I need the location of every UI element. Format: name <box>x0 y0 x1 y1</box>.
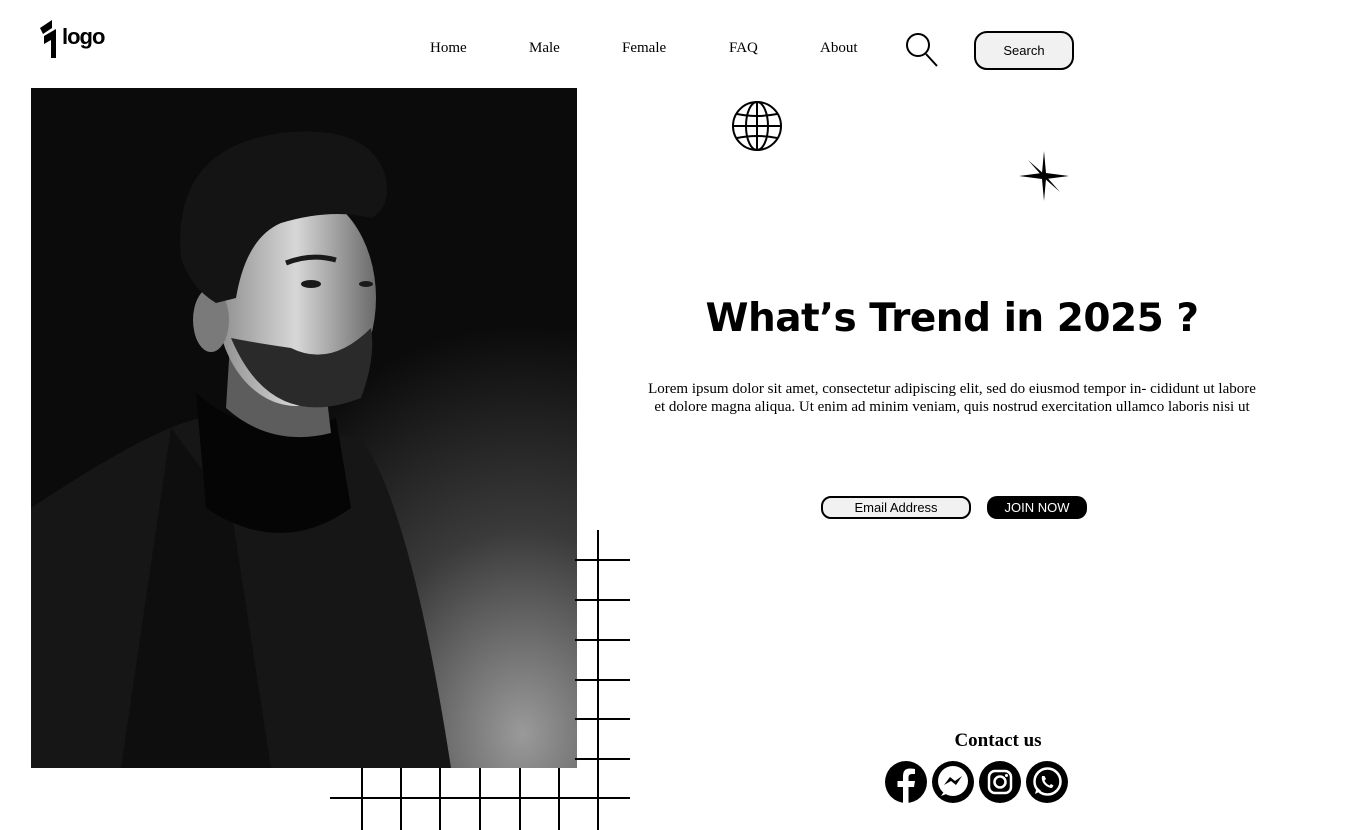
instagram-icon[interactable] <box>978 760 1022 804</box>
join-now-button[interactable]: JOIN NOW <box>987 496 1087 519</box>
nav-male[interactable]: Male <box>529 40 560 57</box>
nav-about-link[interactable]: About <box>820 40 858 56</box>
search-icon[interactable] <box>904 31 940 69</box>
messenger-icon[interactable] <box>931 760 975 804</box>
facebook-icon[interactable] <box>884 760 928 804</box>
whatsapp-icon[interactable] <box>1025 760 1069 804</box>
search-button[interactable]: Search <box>974 31 1074 70</box>
nav-male-link[interactable]: Male <box>529 40 560 56</box>
nav-about[interactable]: About <box>820 40 858 57</box>
contact-title: Contact us <box>954 730 1042 751</box>
hero-paragraph: Lorem ipsum dolor sit amet, consectetur … <box>648 381 1256 415</box>
hero-headline: What’s Trend in 2025 ? <box>705 296 1199 341</box>
sparkle-icon <box>1019 151 1069 201</box>
nav-home-link[interactable]: Home <box>430 40 467 56</box>
logo-text[interactable]: logo <box>62 24 105 50</box>
nav-faq-link[interactable]: FAQ <box>729 40 758 56</box>
nav-home[interactable]: Home <box>430 40 467 57</box>
nav-faq[interactable]: FAQ <box>729 40 758 57</box>
globe-icon <box>732 101 782 151</box>
decorative-grid <box>330 530 630 830</box>
email-input[interactable] <box>821 496 971 519</box>
nav-female-link[interactable]: Female <box>622 40 666 56</box>
nav-female[interactable]: Female <box>622 40 666 57</box>
